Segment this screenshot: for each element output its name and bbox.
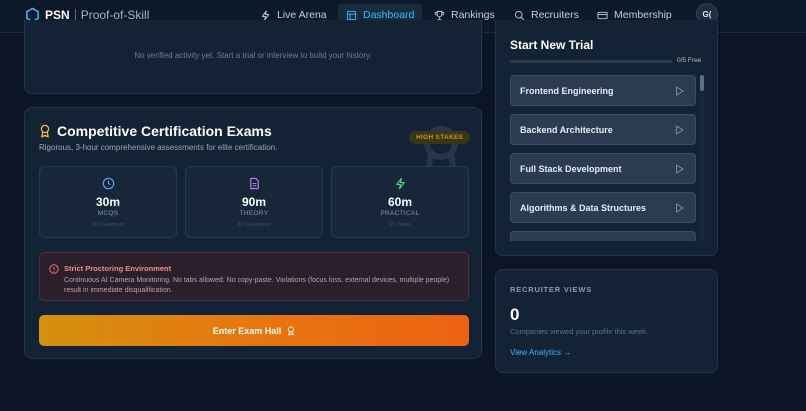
track-frontend-engineering[interactable]: Frontend Engineering <box>510 75 696 106</box>
stat-count: 15 Tasks <box>389 222 411 228</box>
alert-circle-icon <box>49 264 59 274</box>
award-icon <box>288 325 295 335</box>
certification-exams-panel: Competitive Certification Exams Rigorous… <box>24 107 482 359</box>
stat-card-mcqs: 30m MCQS 30 Questions <box>39 166 177 238</box>
stat-label: PRACTICAL <box>380 210 420 217</box>
cert-header: Competitive Certification Exams <box>39 123 272 139</box>
trial-title: Start New Trial <box>510 38 594 52</box>
high-stakes-badge: HIGH STAKES <box>409 131 471 144</box>
trial-progress-bar <box>510 60 672 63</box>
stat-card-practical: 60m PRACTICAL 15 Tasks <box>331 166 469 238</box>
stat-value: 90m <box>241 195 267 209</box>
cert-subtitle: Rigorous, 3-hour comprehensive assessmen… <box>39 143 278 152</box>
enter-exam-hall-button[interactable]: Enter Exam Hall <box>39 315 469 346</box>
track-backend-architecture[interactable]: Backend Architecture <box>510 114 696 145</box>
track-full-stack-development[interactable]: Full Stack Development <box>510 153 696 184</box>
activity-empty-text: No verified activity yet. Start a trial … <box>134 51 372 60</box>
trial-scrollbar-thumb[interactable] <box>700 75 704 91</box>
clock-icon <box>102 177 115 190</box>
stat-value: 30m <box>95 195 121 209</box>
recruiter-views-panel: RECRUITER VIEWS 0 Companies viewed your … <box>495 269 718 373</box>
track-label: Full Stack Development <box>520 163 622 174</box>
start-trial-panel: Start New Trial 0/5 Free Frontend Engine… <box>495 20 718 256</box>
recruiter-views-description: Companies viewed your profile this week. <box>510 327 648 336</box>
proctoring-warning: Strict Proctoring Environment Continuous… <box>39 252 469 301</box>
stat-label: THEORY <box>239 210 269 217</box>
button-label: Enter Exam Hall <box>212 325 282 336</box>
stat-card-theory: 90m THEORY 60 Questions <box>185 166 323 238</box>
recruiter-views-label: RECRUITER VIEWS <box>510 285 593 294</box>
play-icon <box>676 86 684 96</box>
stat-count: 60 Questions <box>237 222 271 228</box>
play-icon <box>676 125 684 135</box>
track-label: Frontend Engineering <box>520 85 614 96</box>
track-algorithms-data-structures[interactable]: Algorithms & Data Structures <box>510 192 696 223</box>
dashboard-icon <box>346 10 357 20</box>
stat-label: MCQS <box>97 210 119 217</box>
cert-title: Competitive Certification Exams <box>57 123 272 139</box>
trial-count: 0/5 Free <box>677 57 702 64</box>
activity-history-panel: No verified activity yet. Start a trial … <box>24 20 482 94</box>
bolt-icon <box>261 9 270 21</box>
view-analytics-link[interactable]: View Analytics → <box>510 348 571 357</box>
play-icon <box>676 203 684 213</box>
track-partial[interactable] <box>510 231 696 241</box>
trial-scrollbar[interactable] <box>700 75 704 241</box>
play-icon <box>676 164 684 174</box>
trophy-icon <box>434 10 445 20</box>
track-label: Algorithms & Data Structures <box>520 202 647 213</box>
track-label: Backend Architecture <box>520 124 613 135</box>
search-icon <box>515 10 525 20</box>
stat-count: 30 Questions <box>91 222 125 228</box>
stat-value: 60m <box>387 195 413 209</box>
card-icon <box>597 11 608 19</box>
document-icon <box>250 177 259 190</box>
warning-body: Continuous AI Camera Monitoring. No tabs… <box>64 277 450 294</box>
recruiter-views-count: 0 <box>510 305 520 324</box>
warning-title: Strict Proctoring Environment <box>64 264 172 273</box>
bolt-icon <box>396 177 405 190</box>
trial-track-list: Frontend Engineering Backend Architectur… <box>510 75 696 241</box>
award-icon <box>40 124 50 138</box>
